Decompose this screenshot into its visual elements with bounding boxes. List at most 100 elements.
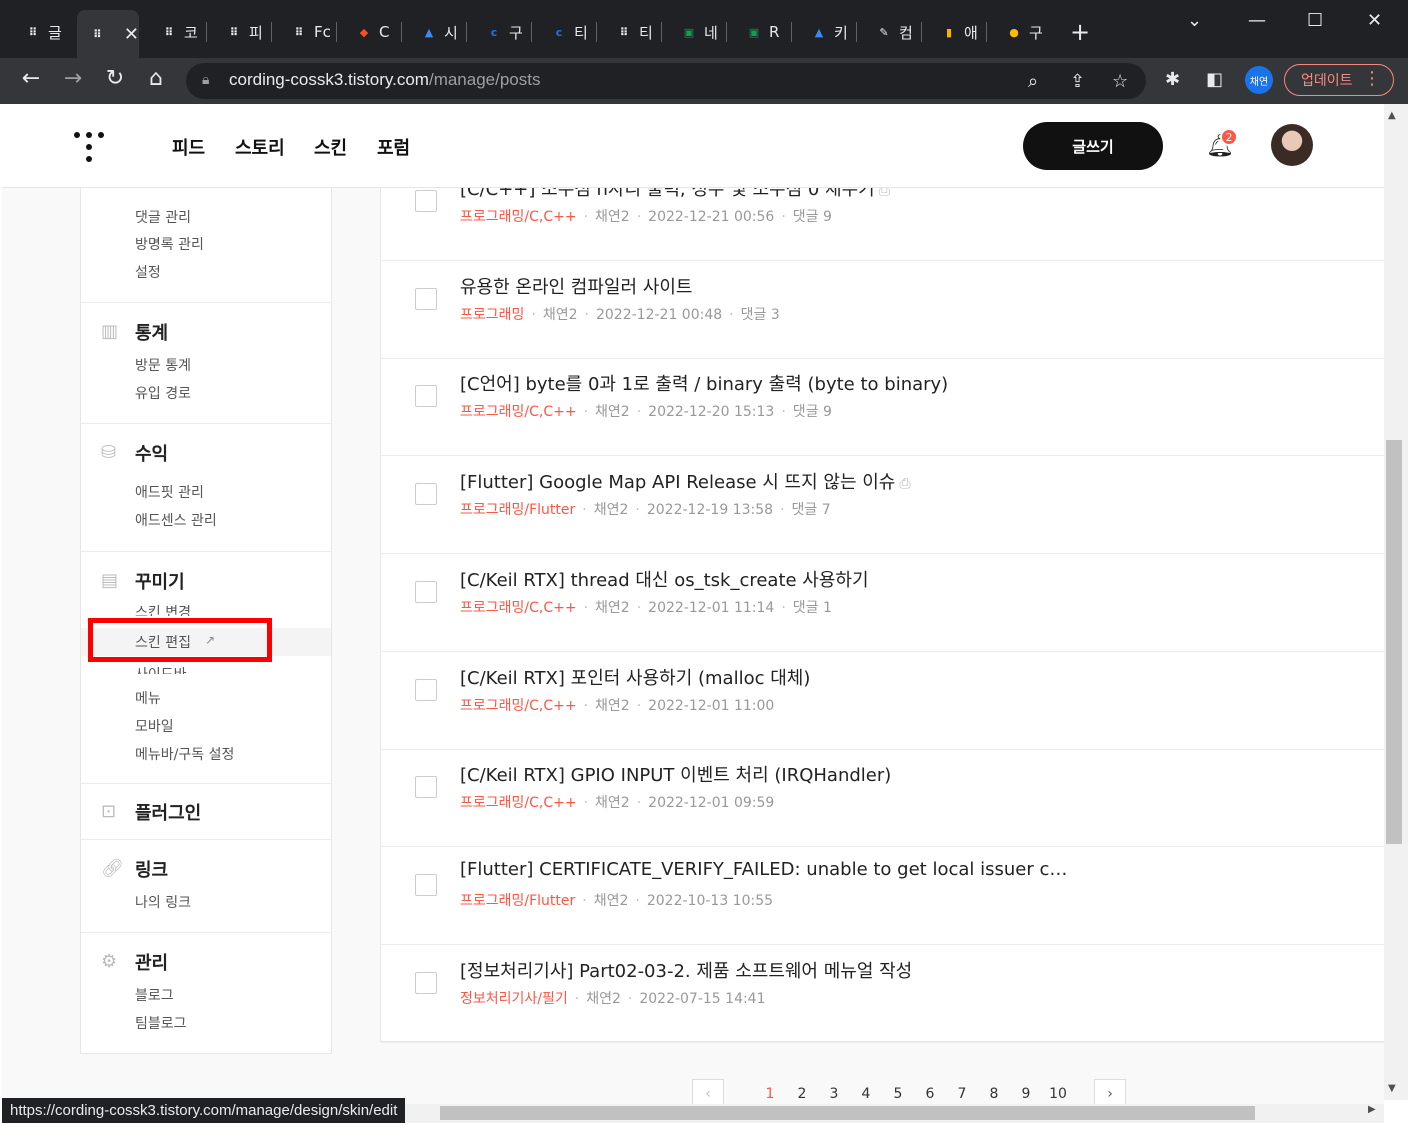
post-checkbox[interactable] <box>415 776 437 799</box>
sidebar-title-design[interactable]: 꾸미기 <box>135 568 185 594</box>
post-title[interactable]: 유용한 온라인 컴파일러 사이트 <box>460 273 692 299</box>
post-checkbox[interactable] <box>415 580 437 603</box>
post-row[interactable]: [C/Keil RTX] GPIO INPUT 이벤트 처리 (IRQHandl… <box>381 749 1384 848</box>
extensions-icon[interactable]: ✱ <box>1165 69 1180 90</box>
browser-tab-11[interactable]: ▣ R <box>733 12 789 52</box>
post-comment-count[interactable]: 댓글 1 <box>793 600 832 616</box>
post-checkbox[interactable] <box>415 190 437 212</box>
sidebar-title-stats[interactable]: 통계 <box>135 319 168 345</box>
maximize-button[interactable]: ☐ <box>1307 10 1323 31</box>
sidebar-title-plugin[interactable]: 플러그인 <box>135 799 201 825</box>
browser-tab-14[interactable]: ▮ 애 <box>928 12 984 52</box>
post-row[interactable]: [Flutter] CERTIFICATE_VERIFY_FAILED: una… <box>381 847 1384 945</box>
post-title[interactable]: [C언어] byte를 0과 1로 출력 / binary 출력 (byte t… <box>460 370 948 396</box>
post-category[interactable]: 프로그래밍/C,C++ <box>460 600 577 616</box>
tab-search-icon[interactable]: ⌄ <box>1187 10 1202 31</box>
more-menu-icon[interactable]: ⋮ <box>1363 68 1381 89</box>
profile-avatar[interactable]: 채연 <box>1245 66 1273 94</box>
sidebar-item-sidebar[interactable]: 사이드바 <box>135 664 187 674</box>
post-title[interactable]: [정보처리기사] Part02-03-2. 제품 소프트웨어 메뉴얼 작성 <box>460 957 912 983</box>
scroll-down-arrow[interactable]: ▼ <box>1388 1083 1396 1094</box>
post-category[interactable]: 프로그래밍/Flutter <box>460 502 575 518</box>
post-category[interactable]: 프로그래밍 <box>460 307 524 323</box>
post-title-text[interactable]: [C언어] byte를 0과 1로 출력 / binary 출력 (byte t… <box>460 374 948 395</box>
post-row[interactable]: 유용한 온라인 컴파일러 사이트 프로그래밍 · 채연2 · 2022-12-21 00:… <box>381 261 1384 359</box>
back-button[interactable]: ← <box>16 66 46 91</box>
sidebar-item-team-blog[interactable]: 팀블로그 <box>135 1013 187 1033</box>
post-category[interactable]: 정보처리기사/필기 <box>460 991 568 1007</box>
post-comment-count[interactable]: 댓글 9 <box>793 404 832 420</box>
sidebar-item-comment-settings[interactable]: 설정 <box>135 262 161 282</box>
page-number[interactable]: 7 <box>946 1086 978 1102</box>
browser-tab-13[interactable]: ✎ 컴 <box>863 12 919 52</box>
sidebar-item-comments[interactable]: 댓글 관리 <box>135 207 191 227</box>
post-title[interactable]: [Flutter] Google Map API Release 시 뜨지 않는… <box>460 468 911 494</box>
tab-close-icon[interactable]: ✕ <box>124 24 139 45</box>
post-title[interactable]: [Flutter] CERTIFICATE_VERIFY_FAILED: una… <box>460 859 1067 880</box>
page-number[interactable]: 9 <box>1010 1086 1042 1102</box>
page-number[interactable]: 8 <box>978 1086 1010 1102</box>
post-category[interactable]: 프로그래밍/C,C++ <box>460 209 577 225</box>
post-title-text[interactable]: [C/Keil RTX] 포인터 사용하기 (malloc 대체) <box>460 668 810 689</box>
post-checkbox[interactable] <box>415 385 437 408</box>
post-category[interactable]: 프로그래밍/C,C++ <box>460 795 577 811</box>
post-title[interactable]: [C/Keil RTX] GPIO INPUT 이벤트 처리 (IRQHandl… <box>460 761 891 787</box>
browser-tab-12[interactable]: ▲ 키 <box>798 12 854 52</box>
page-number[interactable]: 2 <box>786 1086 818 1102</box>
user-avatar[interactable] <box>1271 124 1313 166</box>
reload-button[interactable]: ↻ <box>100 66 130 91</box>
post-checkbox[interactable] <box>415 287 437 310</box>
zoom-icon[interactable]: ⌕ <box>1028 71 1038 92</box>
browser-tab-9[interactable]: ⠿ 티 <box>603 12 659 52</box>
browser-tab-0[interactable]: ⠿ 글 <box>12 12 68 52</box>
new-tab-button[interactable]: + <box>1070 18 1090 46</box>
close-window-button[interactable]: ✕ <box>1367 10 1382 31</box>
sidebar-item-skin-change[interactable]: 스킨 변경 <box>135 602 191 616</box>
post-category[interactable]: 프로그래밍/C,C++ <box>460 404 577 420</box>
update-button[interactable]: 업데이트 ⋮ <box>1284 64 1394 96</box>
post-title-text[interactable]: [C/Keil RTX] GPIO INPUT 이벤트 처리 (IRQHandl… <box>460 765 891 786</box>
post-checkbox[interactable] <box>415 483 437 506</box>
address-bar[interactable]: 🔒︎ cording-cossk3.tistory.com/manage/pos… <box>186 63 1146 99</box>
post-checkbox[interactable] <box>415 971 437 994</box>
tistory-logo-icon[interactable] <box>72 130 106 164</box>
sidebar-item-my-links[interactable]: 나의 링크 <box>135 892 191 912</box>
sidebar-item-guestbook[interactable]: 방명록 관리 <box>135 234 204 254</box>
page-number[interactable]: 5 <box>882 1086 914 1102</box>
page-number[interactable]: 10 <box>1042 1086 1074 1102</box>
sidebar-item-menubar-settings[interactable]: 메뉴바/구독 설정 <box>135 744 234 764</box>
post-title[interactable]: [C/Keil RTX] 포인터 사용하기 (malloc 대체) <box>460 664 810 690</box>
post-category[interactable]: 프로그래밍/Flutter <box>460 893 575 909</box>
post-title-text[interactable]: [Flutter] Google Map API Release 시 뜨지 않는… <box>460 472 895 493</box>
nav-skin[interactable]: 스킨 <box>314 134 347 160</box>
browser-tab-15[interactable]: ● 구 <box>993 12 1049 52</box>
post-title[interactable]: [C/Keil RTX] thread 대신 os_tsk_create 사용하… <box>460 566 869 592</box>
browser-tab-2[interactable]: ⠿ 코 <box>148 12 204 52</box>
page-number[interactable]: 6 <box>914 1086 946 1102</box>
post-title-text[interactable]: [C/Keil RTX] thread 대신 os_tsk_create 사용하… <box>460 570 869 591</box>
home-icon[interactable]: ⌂ <box>141 66 171 91</box>
post-category[interactable]: 프로그래밍/C,C++ <box>460 698 577 714</box>
sidebar-item-adfit[interactable]: 애드핏 관리 <box>135 482 204 502</box>
side-panel-icon[interactable]: ◧ <box>1206 69 1223 90</box>
browser-tab-4[interactable]: ⠿ Fc <box>278 12 334 52</box>
scroll-right-arrow[interactable]: ▶ <box>1368 1104 1376 1115</box>
page-number[interactable]: 3 <box>818 1086 850 1102</box>
post-row[interactable]: [Flutter] Google Map API Release 시 뜨지 않는… <box>381 456 1384 555</box>
sidebar-item-mobile[interactable]: 모바일 <box>135 716 174 736</box>
vertical-scroll-thumb[interactable] <box>1386 440 1402 844</box>
sidebar-item-menu[interactable]: 메뉴 <box>135 688 161 708</box>
sidebar-title-manage[interactable]: 관리 <box>135 949 168 975</box>
browser-tab-7[interactable]: c구 <box>473 12 529 52</box>
post-checkbox[interactable] <box>415 678 437 701</box>
post-row[interactable]: [C/Keil RTX] 포인터 사용하기 (malloc 대체) 프로그래밍/C… <box>381 652 1384 750</box>
post-title-text[interactable]: [Flutter] CERTIFICATE_VERIFY_FAILED: una… <box>460 859 1067 880</box>
page-number[interactable]: 4 <box>850 1086 882 1102</box>
browser-tab-3[interactable]: ⠿ 피 <box>213 12 269 52</box>
post-comment-count[interactable]: 댓글 7 <box>791 502 830 518</box>
write-post-button[interactable]: 글쓰기 <box>1023 122 1163 170</box>
post-comment-count[interactable]: 댓글 9 <box>793 209 832 225</box>
browser-tab-10[interactable]: ▣ 네 <box>668 12 724 52</box>
share-icon[interactable]: ⇪ <box>1070 71 1085 92</box>
next-page-button[interactable]: › <box>1094 1079 1126 1104</box>
